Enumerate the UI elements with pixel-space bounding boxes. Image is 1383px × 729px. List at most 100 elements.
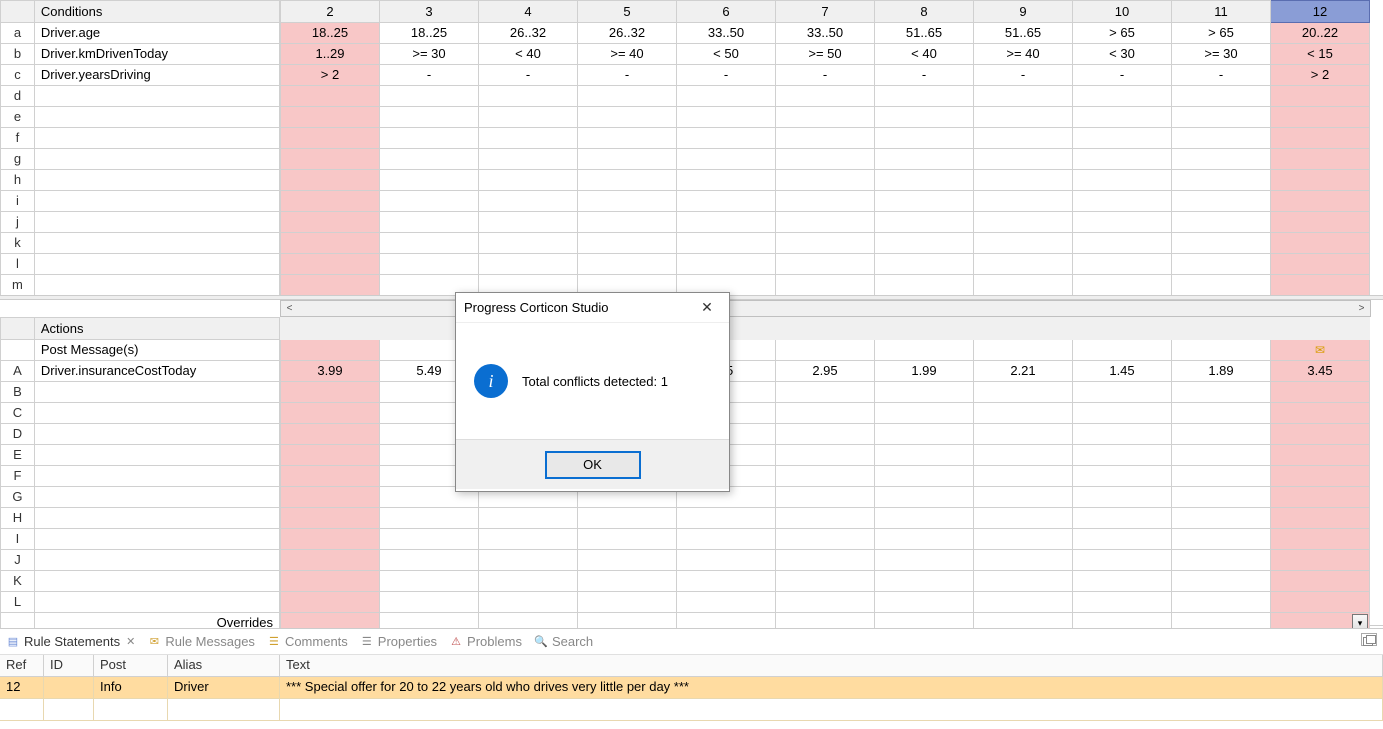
condition-name[interactable] bbox=[34, 149, 279, 170]
rule-column-header[interactable]: 6 bbox=[677, 1, 776, 23]
action-cell[interactable] bbox=[479, 550, 578, 571]
cond-row-label[interactable]: m bbox=[1, 275, 35, 296]
condition-cell[interactable] bbox=[875, 233, 974, 254]
action-cell[interactable] bbox=[677, 529, 776, 550]
condition-cell[interactable] bbox=[281, 170, 380, 191]
condition-cell[interactable]: 18..25 bbox=[380, 23, 479, 44]
condition-cell[interactable] bbox=[578, 191, 677, 212]
action-cell[interactable] bbox=[479, 571, 578, 592]
condition-cell[interactable] bbox=[578, 128, 677, 149]
tab-properties[interactable]: ☰ Properties bbox=[360, 634, 437, 649]
action-cell[interactable] bbox=[776, 592, 875, 613]
action-name[interactable] bbox=[34, 403, 279, 424]
condition-cell[interactable] bbox=[677, 233, 776, 254]
action-cell[interactable] bbox=[875, 424, 974, 445]
condition-name[interactable] bbox=[34, 254, 279, 275]
condition-cell[interactable] bbox=[776, 170, 875, 191]
condition-cell[interactable] bbox=[578, 254, 677, 275]
condition-cell[interactable]: 26..32 bbox=[578, 23, 677, 44]
action-cell[interactable] bbox=[1271, 592, 1370, 613]
cond-row-label[interactable]: g bbox=[1, 149, 35, 170]
action-cell[interactable] bbox=[875, 445, 974, 466]
action-cell[interactable] bbox=[380, 592, 479, 613]
action-cell[interactable]: 2.21 bbox=[974, 361, 1073, 382]
post-message-cell[interactable] bbox=[974, 340, 1073, 361]
cond-row-label[interactable]: c bbox=[1, 65, 35, 86]
condition-cell[interactable] bbox=[479, 212, 578, 233]
action-cell[interactable] bbox=[578, 529, 677, 550]
action-cell[interactable] bbox=[974, 403, 1073, 424]
action-cell[interactable] bbox=[1271, 382, 1370, 403]
condition-cell[interactable] bbox=[380, 170, 479, 191]
scroll-left-arrow[interactable]: < bbox=[281, 301, 298, 316]
action-cell[interactable] bbox=[974, 466, 1073, 487]
condition-cell[interactable]: 51..65 bbox=[875, 23, 974, 44]
rule-statement-row[interactable] bbox=[0, 699, 1383, 721]
condition-cell[interactable] bbox=[380, 86, 479, 107]
cond-row-label[interactable]: a bbox=[1, 23, 35, 44]
condition-cell[interactable] bbox=[776, 149, 875, 170]
condition-cell[interactable] bbox=[1271, 212, 1370, 233]
action-cell[interactable] bbox=[974, 529, 1073, 550]
condition-cell[interactable]: >= 30 bbox=[380, 44, 479, 65]
condition-cell[interactable]: 18..25 bbox=[281, 23, 380, 44]
action-row-label[interactable]: L bbox=[1, 592, 35, 613]
condition-cell[interactable] bbox=[677, 254, 776, 275]
condition-cell[interactable]: >= 40 bbox=[974, 44, 1073, 65]
action-cell[interactable] bbox=[380, 571, 479, 592]
condition-cell[interactable] bbox=[677, 107, 776, 128]
col-alias[interactable]: Alias bbox=[168, 655, 280, 676]
condition-cell[interactable]: < 15 bbox=[1271, 44, 1370, 65]
post-message-cell[interactable] bbox=[776, 340, 875, 361]
tab-rule-statements[interactable]: ▤ Rule Statements ✕ bbox=[6, 634, 135, 649]
action-cell[interactable] bbox=[578, 592, 677, 613]
tab-problems[interactable]: ⚠ Problems bbox=[449, 634, 522, 649]
condition-cell[interactable]: > 2 bbox=[281, 65, 380, 86]
condition-cell[interactable] bbox=[1073, 149, 1172, 170]
condition-cell[interactable] bbox=[974, 107, 1073, 128]
condition-cell[interactable] bbox=[974, 254, 1073, 275]
condition-cell[interactable] bbox=[875, 275, 974, 296]
condition-cell[interactable]: - bbox=[578, 65, 677, 86]
action-cell[interactable] bbox=[974, 592, 1073, 613]
action-cell[interactable] bbox=[1271, 508, 1370, 529]
condition-cell[interactable] bbox=[776, 233, 875, 254]
action-cell[interactable] bbox=[875, 382, 974, 403]
action-cell[interactable] bbox=[1271, 466, 1370, 487]
rule-column-header[interactable]: 3 bbox=[380, 1, 479, 23]
rule-column-header[interactable]: 7 bbox=[776, 1, 875, 23]
action-cell[interactable] bbox=[776, 403, 875, 424]
action-cell[interactable] bbox=[281, 487, 380, 508]
action-cell[interactable] bbox=[281, 508, 380, 529]
action-cell[interactable] bbox=[1172, 487, 1271, 508]
condition-cell[interactable] bbox=[1271, 233, 1370, 254]
condition-cell[interactable] bbox=[1172, 254, 1271, 275]
action-cell[interactable] bbox=[875, 466, 974, 487]
tab-comments[interactable]: ☰ Comments bbox=[267, 634, 348, 649]
condition-name[interactable] bbox=[34, 191, 279, 212]
cond-row-label[interactable]: l bbox=[1, 254, 35, 275]
col-post[interactable]: Post bbox=[94, 655, 168, 676]
conditions-left-grid[interactable]: ConditionsaDriver.agebDriver.kmDrivenTod… bbox=[0, 0, 280, 295]
cond-row-label[interactable]: d bbox=[1, 86, 35, 107]
condition-cell[interactable] bbox=[1271, 86, 1370, 107]
action-cell[interactable] bbox=[875, 571, 974, 592]
condition-cell[interactable]: 51..65 bbox=[974, 23, 1073, 44]
condition-cell[interactable] bbox=[875, 128, 974, 149]
actions-data-grid[interactable]: ✉3.995.49452.951.992.211.451.893.45▾ bbox=[280, 317, 1370, 634]
post-messages-header[interactable]: Post Message(s) bbox=[34, 340, 279, 361]
condition-cell[interactable] bbox=[1271, 170, 1370, 191]
condition-cell[interactable]: - bbox=[776, 65, 875, 86]
rule-column-header[interactable]: 2 bbox=[281, 1, 380, 23]
col-text[interactable]: Text bbox=[280, 655, 1383, 676]
action-cell[interactable] bbox=[1271, 445, 1370, 466]
condition-cell[interactable] bbox=[1073, 254, 1172, 275]
action-row-label[interactable]: H bbox=[1, 508, 35, 529]
condition-cell[interactable] bbox=[380, 128, 479, 149]
condition-cell[interactable] bbox=[776, 212, 875, 233]
cond-row-label[interactable]: e bbox=[1, 107, 35, 128]
action-row-label[interactable]: C bbox=[1, 403, 35, 424]
rule-statement-row[interactable]: 12 Info Driver *** Special offer for 20 … bbox=[0, 677, 1383, 699]
action-cell[interactable] bbox=[1271, 487, 1370, 508]
condition-cell[interactable] bbox=[974, 233, 1073, 254]
